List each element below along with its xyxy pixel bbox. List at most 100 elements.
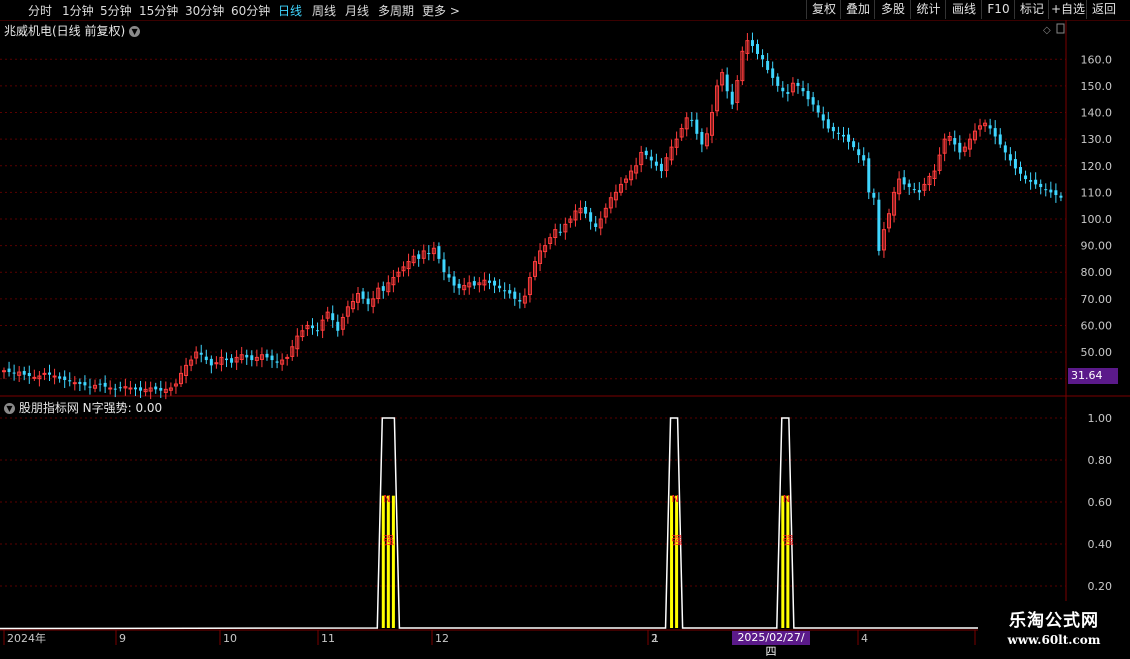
candle-body <box>270 355 274 361</box>
candle-body <box>877 199 881 251</box>
candle-body <box>513 291 517 299</box>
candle-body <box>1003 145 1007 153</box>
x-tick-label: 2024年 <box>7 631 46 645</box>
candle-body <box>139 387 143 391</box>
cursor-date-badge: 2025/02/27/四 <box>732 631 810 658</box>
candle-body <box>826 119 830 129</box>
candle-body <box>821 114 825 121</box>
candle-body <box>776 76 780 86</box>
candle-body <box>204 356 208 361</box>
candle-body <box>508 290 512 294</box>
candle-body <box>659 163 663 172</box>
y-tick-label: 120.0 <box>1081 160 1113 173</box>
candle-body <box>847 134 851 142</box>
indicator-y-tick: 0.40 <box>1088 538 1113 551</box>
watermark: 乐淘公式网 www.60lt.com <box>978 601 1130 650</box>
y-tick-label: 50.00 <box>1081 346 1113 359</box>
signal-label-n: N <box>383 494 390 505</box>
candle-body <box>761 55 765 60</box>
candle-body <box>558 231 562 233</box>
candle-body <box>654 161 658 166</box>
candle-body <box>22 370 26 375</box>
candle-body <box>63 376 67 381</box>
candle-body <box>725 74 729 92</box>
candle-body <box>811 97 815 105</box>
candle-body <box>225 358 229 361</box>
candle-body <box>700 132 704 145</box>
watermark-url: www.60lt.com <box>1007 633 1101 647</box>
candle-body <box>58 376 62 379</box>
candle-body <box>316 330 320 332</box>
candle-body <box>1034 179 1038 185</box>
candle-body <box>988 125 992 129</box>
candle-body <box>695 119 699 134</box>
indicator-title: 股朋指标网 N字强势: 0.00 <box>18 401 163 415</box>
candle-body <box>12 372 16 374</box>
diamond-icon: ◇ <box>1043 25 1051 36</box>
y-tick-label: 70.00 <box>1081 293 1113 306</box>
candle-body <box>1008 154 1012 161</box>
chevron-down-icon[interactable]: ▼ <box>4 403 15 414</box>
candle-body <box>48 372 52 375</box>
candle-body <box>108 387 113 390</box>
signal-label-strong: 强 <box>672 534 683 547</box>
candle-body <box>756 44 760 54</box>
signal-label-strong: 强 <box>383 534 394 547</box>
candle-body <box>998 134 1002 145</box>
candle-body <box>159 387 163 391</box>
watermark-name: 乐淘公式网 <box>1009 611 1099 631</box>
candle-body <box>801 88 805 92</box>
candle-body <box>907 183 911 188</box>
y-tick-label: 140.0 <box>1081 107 1113 120</box>
candle-body <box>245 354 249 358</box>
signal-bar <box>391 495 395 628</box>
candle-body <box>42 372 47 375</box>
candle-body <box>265 353 269 358</box>
candle-body <box>2 370 6 373</box>
signal-bar <box>670 495 674 628</box>
signal-bar <box>381 495 385 628</box>
y-tick-label: 100.0 <box>1081 213 1113 226</box>
candle-body <box>128 387 133 390</box>
candle-body <box>118 387 122 389</box>
signal-label-n: N <box>672 494 679 505</box>
candle-body <box>417 254 421 259</box>
candle-body <box>113 388 117 390</box>
candle-body <box>796 82 800 86</box>
y-tick-label: 80.00 <box>1081 266 1113 279</box>
candle-body <box>72 382 77 385</box>
candle-body <box>862 155 866 161</box>
candle-body <box>503 290 507 292</box>
candle-body <box>68 380 72 382</box>
candle-body <box>1044 189 1048 191</box>
candle-body <box>730 91 734 105</box>
candle-body <box>836 132 840 134</box>
signal-bar <box>781 495 785 628</box>
signal-line <box>0 417 1066 630</box>
candle-body <box>472 281 476 286</box>
candle-body <box>831 126 835 132</box>
indicator-y-tick: 0.20 <box>1088 580 1113 593</box>
candle-body <box>7 368 11 373</box>
candle-body <box>437 246 441 259</box>
x-tick-label: 9 <box>119 632 126 645</box>
candle-body <box>361 291 365 299</box>
candle-body <box>331 313 335 321</box>
candle-body <box>912 189 916 191</box>
y-tick-label: 110.0 <box>1081 186 1113 199</box>
candle-body <box>447 274 451 278</box>
y-tick-label: 160.0 <box>1081 53 1113 66</box>
candle-body <box>83 382 87 386</box>
candle-body <box>518 300 522 302</box>
signal-label-n: N <box>783 494 790 505</box>
candle-body <box>27 372 31 377</box>
candle-body <box>750 40 754 46</box>
chart-area: 160.0 150.0 140.0 130.0 120.0 110.0 100.0 90.00… <box>0 20 1130 650</box>
candle-body <box>366 298 370 305</box>
candle-body <box>690 119 694 121</box>
window-icon <box>1056 23 1065 34</box>
candle-body <box>1049 189 1053 193</box>
candle-body <box>841 134 845 137</box>
candle-body <box>275 361 279 363</box>
y-tick-label: 90.00 <box>1081 240 1113 253</box>
